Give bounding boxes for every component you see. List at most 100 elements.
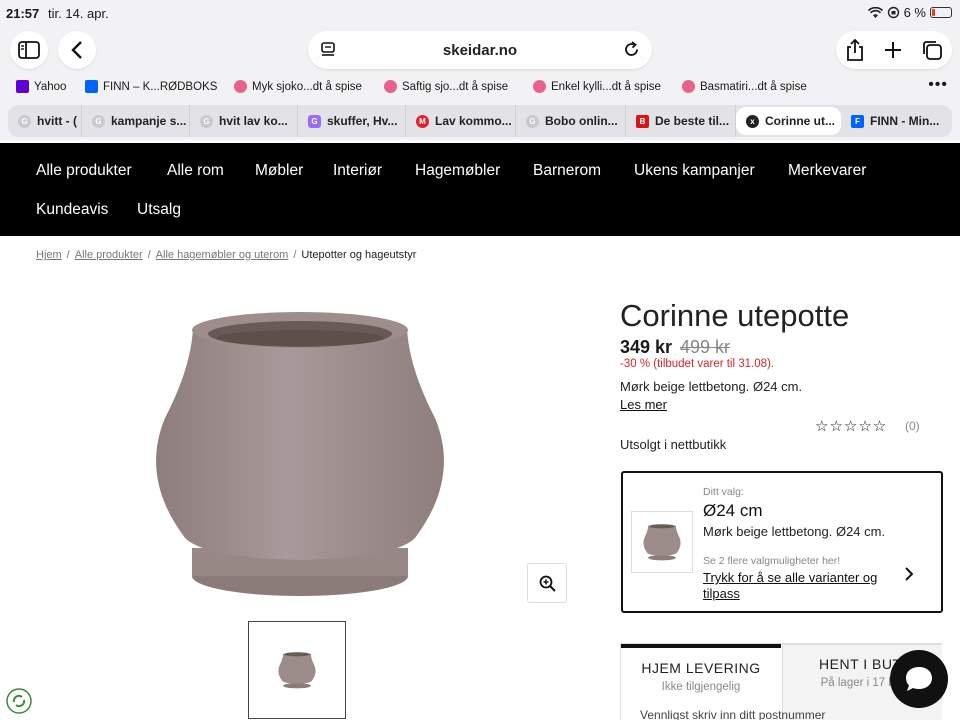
home-delivery-title: HJEM LEVERING	[641, 660, 761, 676]
nav-item-mobler[interactable]: Møbler	[255, 162, 303, 180]
bookmark-recipe-4[interactable]: Basmatiri...dt å spise	[682, 80, 807, 93]
battery-percent: 6 %	[903, 5, 926, 20]
share-icon[interactable]	[845, 38, 865, 62]
recycle-icon[interactable]	[6, 688, 32, 714]
tabs-overview-icon[interactable]	[921, 39, 943, 61]
stock-status-online: Utsolgt i nettbutikk	[620, 437, 727, 452]
tab-kampanje[interactable]: G kampanje s...	[82, 105, 190, 137]
tab-strip: G hvitt - ( G kampanje s... G hvit lav k…	[8, 105, 952, 137]
back-button[interactable]	[58, 31, 96, 69]
tab-label: kampanje s...	[111, 114, 187, 128]
heart-icon	[384, 80, 397, 93]
breadcrumb-separator: /	[293, 249, 297, 261]
reload-icon[interactable]	[623, 41, 640, 58]
variant-size: Ø24 cm	[703, 501, 763, 520]
url-text[interactable]: skeidar.no	[308, 42, 652, 59]
heart-icon	[682, 80, 695, 93]
zoom-button[interactable]	[527, 563, 567, 603]
bookmark-label: Enkel kylli...dt å spise	[551, 80, 661, 93]
nav-item-barnerom[interactable]: Barnerom	[533, 162, 601, 180]
yahoo-icon	[16, 80, 29, 93]
battery-icon	[930, 7, 952, 18]
browser-toolbar: skeidar.no	[0, 28, 960, 72]
breadcrumb-link[interactable]: Alle produkter	[75, 249, 143, 261]
variant-link[interactable]: Trykk for å se alle varianter og tilpass	[703, 570, 903, 602]
chevron-right-icon	[905, 567, 913, 581]
variant-thumbnail	[631, 511, 693, 573]
chat-button[interactable]	[890, 650, 948, 708]
nav-item-kundeavis[interactable]: Kundeavis	[36, 201, 108, 219]
breadcrumb: Hjem / Alle produkter / Alle hagemøbler …	[36, 249, 416, 261]
rating-stars[interactable]: ☆☆☆☆☆	[815, 417, 887, 435]
bookmark-recipe-3[interactable]: Enkel kylli...dt å spise	[533, 80, 661, 93]
bookmark-recipe-2[interactable]: Saftig sjo...dt å spise	[384, 80, 508, 93]
nav-item-interior[interactable]: Interiør	[333, 162, 382, 180]
finn-icon: F	[851, 114, 864, 128]
close-tab-icon[interactable]: x	[746, 114, 759, 128]
tab-skuffer[interactable]: G skuffer, Hv...	[298, 105, 406, 137]
bookmark-label: Myk sjoko...dt å spise	[252, 80, 362, 93]
product-thumbnail[interactable]	[248, 621, 346, 719]
tab-bobo[interactable]: G Bobo onlin...	[516, 105, 626, 137]
product-price: 349 kr	[620, 337, 673, 357]
bookmark-recipe-1[interactable]: Myk sjoko...dt å spise	[234, 80, 362, 93]
tab-label: Corinne ut...	[765, 114, 835, 128]
bookmark-label: Yahoo	[34, 80, 67, 93]
tab-label: De beste til...	[655, 114, 730, 128]
status-time: 21:57	[6, 6, 40, 21]
bookmark-label: Basmatiri...dt å spise	[700, 80, 807, 93]
product-image[interactable]	[145, 308, 455, 600]
wifi-icon	[867, 6, 883, 18]
orientation-lock-icon	[887, 6, 899, 19]
review-count[interactable]: (0)	[905, 419, 920, 433]
breadcrumb-current: Utepotter og hageutstyr	[301, 249, 417, 261]
tab-label: hvit lav ko...	[219, 114, 288, 128]
chevron-left-icon	[71, 41, 82, 59]
nav-item-merkevarer[interactable]: Merkevarer	[788, 162, 866, 180]
google-icon: G	[526, 114, 539, 128]
discount-text: -30 % (tilbudet varer til 31.08).	[620, 358, 775, 370]
variant-more-options: Se 2 flere valgmuligheter her!	[703, 555, 841, 567]
google-icon: G	[18, 114, 31, 128]
nav-item-utsalg[interactable]: Utsalg	[137, 201, 181, 219]
sidebar-toggle-button[interactable]	[10, 31, 48, 69]
tab-finn[interactable]: F FINN - Min...	[841, 105, 952, 137]
tab-hvitt[interactable]: G hvitt - (	[8, 105, 82, 137]
toolbar-actions	[836, 31, 952, 69]
variant-selector[interactable]: Ditt valg: Ø24 cm Mørk beige lettbetong.…	[621, 471, 943, 613]
status-bar: 21:57 tir. 14. apr. 6 %	[0, 0, 960, 28]
product-title: Corinne utepotte	[620, 298, 850, 333]
address-bar[interactable]: skeidar.no	[308, 31, 652, 69]
breadcrumb-link[interactable]: Hjem	[36, 249, 62, 261]
chat-icon	[906, 667, 932, 691]
read-more-link[interactable]: Les mer	[620, 397, 667, 412]
nav-item-hagemobler[interactable]: Hagemøbler	[415, 162, 500, 180]
bookmark-yahoo[interactable]: Yahoo	[16, 80, 66, 93]
finn-icon	[85, 80, 98, 93]
home-delivery-status: Ikke tilgjengelig	[661, 681, 741, 693]
bookmark-label: FINN – K...RØDBOKS	[103, 80, 218, 93]
bookmark-finn[interactable]: FINN – K...RØDBOKS	[85, 80, 217, 93]
tab-label: Lav kommo...	[435, 114, 512, 128]
tab-hvit-lav[interactable]: G hvit lav ko...	[190, 105, 298, 137]
delivery-info-text: Vennligst skriv inn ditt postnummer	[640, 708, 826, 720]
tab-corinne-active[interactable]: x Corinne ut...	[736, 107, 841, 135]
more-icon[interactable]: •••	[928, 76, 948, 94]
site-navigation: Alle produkter Alle rom Møbler Interiør …	[0, 143, 960, 236]
nav-item-alle-produkter[interactable]: Alle produkter	[36, 162, 132, 180]
pot-thumbnail-image	[278, 652, 316, 689]
store-icon: M	[416, 114, 429, 128]
breadcrumb-link[interactable]: Alle hagemøbler og uterom	[156, 249, 289, 261]
nav-item-alle-rom[interactable]: Alle rom	[167, 162, 224, 180]
google-icon: G	[308, 114, 321, 128]
variant-label: Ditt valg:	[703, 486, 744, 498]
status-right: 6 %	[867, 5, 952, 20]
bookmarks-bar: Yahoo FINN – K...RØDBOKS Myk sjoko...dt …	[0, 72, 960, 102]
tab-bar: G hvitt - ( G kampanje s... G hvit lav k…	[0, 102, 960, 140]
tab-label: FINN - Min...	[870, 114, 940, 128]
breadcrumb-separator: /	[66, 249, 70, 261]
nav-item-ukens-kampanjer[interactable]: Ukens kampanjer	[634, 162, 755, 180]
tab-de-beste[interactable]: B De beste til...	[626, 105, 736, 137]
new-tab-icon[interactable]	[884, 41, 902, 59]
tab-lav-kommode[interactable]: M Lav kommo...	[406, 105, 516, 137]
